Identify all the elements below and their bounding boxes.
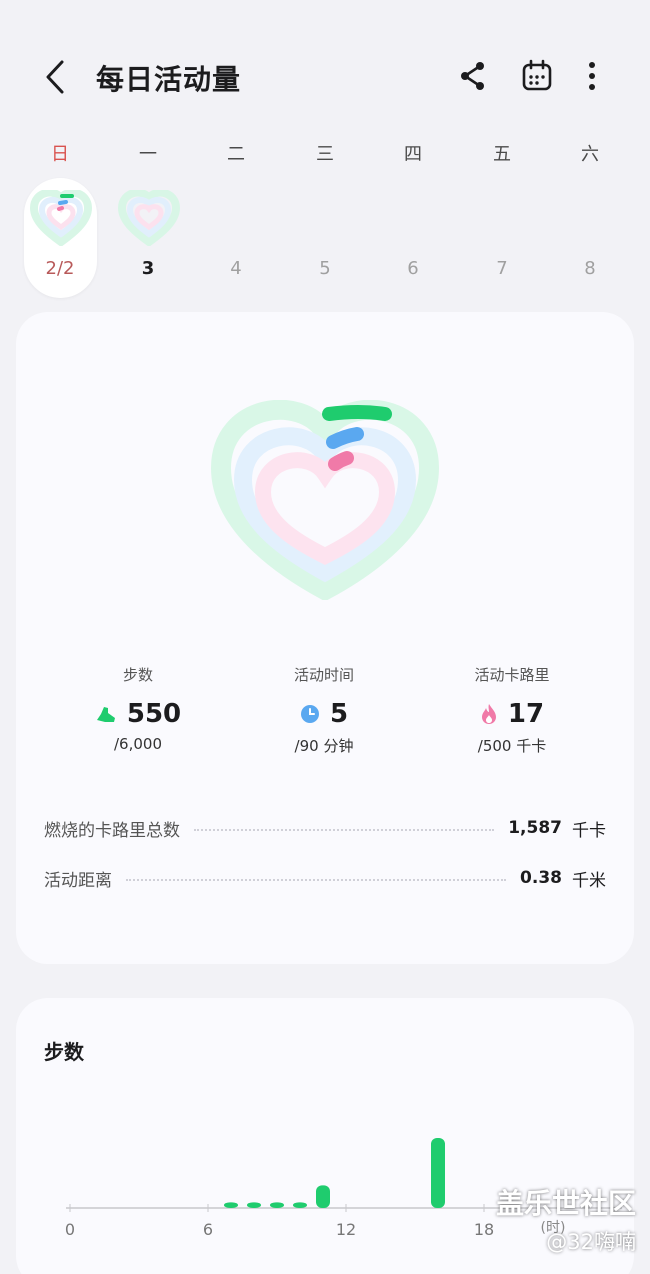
more-options-button[interactable] bbox=[576, 58, 608, 94]
dotted-leader bbox=[126, 879, 507, 881]
active-time-goal: /90 分钟 bbox=[294, 737, 354, 755]
date-sun[interactable]: 2/2 bbox=[30, 258, 90, 279]
active-distance-unit: 千米 bbox=[572, 870, 606, 891]
weekday-row: 日 一 二 三 四 五 六 bbox=[16, 140, 636, 170]
time-ring-progress bbox=[326, 427, 364, 449]
active-distance-row: 活动距离 0.38 千米 bbox=[44, 863, 606, 893]
date-sat[interactable]: 8 bbox=[560, 258, 620, 279]
steps-bar[interactable] bbox=[316, 1185, 330, 1208]
date-tue[interactable]: 4 bbox=[206, 258, 266, 279]
active-time-label: 活动时间 bbox=[293, 666, 354, 684]
date-thu[interactable]: 6 bbox=[383, 258, 443, 279]
active-distance-value: 0.38 bbox=[520, 868, 562, 888]
watermark-title: 盖乐世社区 bbox=[495, 1187, 636, 1220]
x-tick-label: 6 bbox=[203, 1220, 213, 1239]
weekday-sat: 六 bbox=[581, 144, 599, 165]
calendar-icon bbox=[522, 59, 552, 91]
steps-value: 550 bbox=[126, 699, 182, 729]
day-heart-mini-mon[interactable] bbox=[118, 190, 180, 246]
stat-steps: 步数 550 /6,000 bbox=[38, 664, 238, 753]
share-button[interactable] bbox=[456, 58, 490, 94]
share-icon bbox=[461, 62, 484, 90]
active-calories-goal: /500 千卡 bbox=[477, 737, 547, 755]
steps-ring-progress bbox=[322, 405, 392, 421]
weekday-mon: 一 bbox=[139, 144, 157, 165]
app-header: 每日活动量 bbox=[0, 0, 650, 150]
steps-chart-card[interactable]: 步数 0 6 12 18 (时) bbox=[16, 998, 634, 1274]
clock-icon bbox=[300, 705, 319, 723]
dotted-leader bbox=[194, 829, 495, 831]
chevron-left-icon bbox=[46, 60, 64, 94]
weekday-thu: 四 bbox=[404, 144, 422, 165]
x-tick-label: 18 bbox=[474, 1220, 494, 1239]
total-calories-value: 1,587 bbox=[508, 818, 562, 838]
stat-active-calories: 活动卡路里 17 /500 千卡 bbox=[412, 664, 612, 756]
date-mon[interactable]: 3 bbox=[118, 258, 178, 279]
active-calories-label: 活动卡路里 bbox=[474, 666, 550, 684]
steps-label: 步数 bbox=[122, 666, 153, 684]
total-calories-label: 燃烧的卡路里总数 bbox=[44, 820, 180, 841]
activity-summary-card[interactable]: 步数 550 /6,000 活动时间 5 /90 分钟 活动卡路里 17 /50… bbox=[16, 312, 634, 964]
watermark-handle: @32嗨喃 bbox=[546, 1230, 636, 1254]
calories-ring-progress bbox=[328, 451, 354, 471]
x-tick-label: 0 bbox=[65, 1220, 75, 1239]
back-button[interactable] bbox=[36, 56, 76, 98]
weekday-sun: 日 bbox=[51, 144, 69, 165]
steps-bar[interactable] bbox=[224, 1202, 238, 1208]
steps-bar-chart: 0 6 12 18 (时) bbox=[65, 1138, 622, 1239]
total-calories-unit: 千卡 bbox=[572, 820, 606, 841]
day-heart-mini-sun[interactable] bbox=[30, 190, 92, 246]
activity-heart-rings bbox=[210, 400, 440, 600]
x-tick-label: 12 bbox=[336, 1220, 356, 1239]
shoe-icon bbox=[96, 707, 115, 722]
calendar-button[interactable] bbox=[520, 58, 554, 94]
more-vertical-icon bbox=[589, 62, 595, 90]
stat-active-time: 活动时间 5 /90 分钟 bbox=[224, 664, 424, 756]
date-fri[interactable]: 7 bbox=[472, 258, 532, 279]
weekday-fri: 五 bbox=[493, 144, 511, 165]
date-wed[interactable]: 5 bbox=[295, 258, 355, 279]
steps-bar[interactable] bbox=[247, 1202, 261, 1208]
active-distance-label: 活动距离 bbox=[44, 870, 112, 891]
steps-bar[interactable] bbox=[293, 1202, 307, 1208]
weekday-tue: 二 bbox=[227, 144, 245, 165]
flame-icon bbox=[481, 704, 496, 724]
steps-goal: /6,000 bbox=[114, 735, 162, 753]
active-time-value: 5 bbox=[329, 699, 349, 729]
steps-bar[interactable] bbox=[431, 1138, 445, 1208]
steps-bar[interactable] bbox=[270, 1202, 284, 1208]
active-calories-value: 17 bbox=[507, 699, 545, 729]
total-calories-row: 燃烧的卡路里总数 1,587 千卡 bbox=[44, 813, 606, 843]
page-title: 每日活动量 bbox=[96, 63, 242, 96]
weekday-wed: 三 bbox=[316, 144, 334, 165]
